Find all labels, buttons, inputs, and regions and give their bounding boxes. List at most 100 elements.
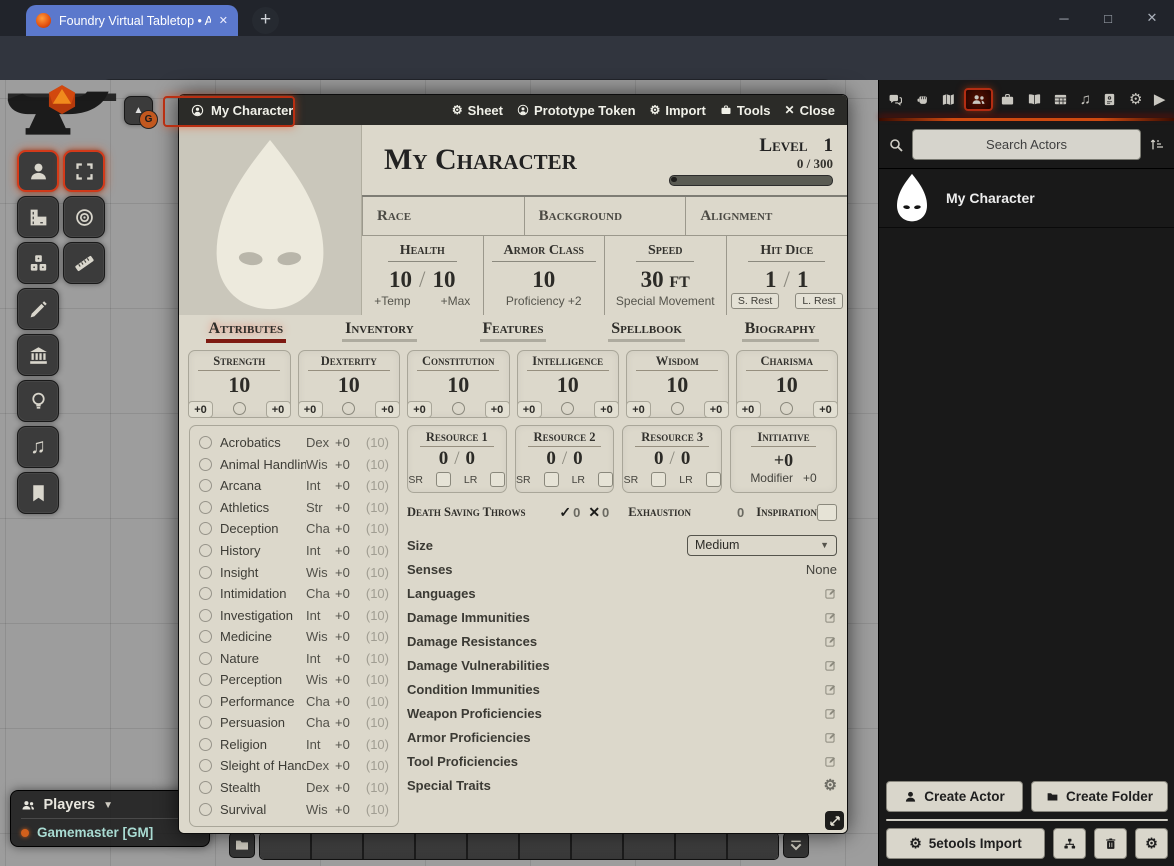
initiative-mod[interactable]: +0 — [803, 471, 817, 485]
sidebar-tab-playlists[interactable]: ♫ — [1076, 88, 1095, 111]
ability-block-Dexterity[interactable]: Dexterity 10 +0 +0 — [298, 350, 401, 418]
ability-save[interactable]: +0 — [813, 401, 838, 418]
edit-icon[interactable] — [824, 731, 837, 744]
sheet-tab[interactable]: Biography — [713, 320, 847, 342]
lr-checkbox[interactable] — [490, 472, 505, 487]
edit-icon[interactable] — [824, 707, 837, 720]
ability-block-Charisma[interactable]: Charisma 10 +0 +0 — [736, 350, 839, 418]
browser-tab[interactable]: Foundry Virtual Tabletop • A Stan ✕ — [26, 5, 238, 36]
new-tab-button[interactable]: + — [252, 7, 279, 34]
proficiency-radio[interactable] — [342, 402, 355, 415]
tool-button-dice[interactable] — [17, 242, 59, 284]
window-header-button[interactable]: ⚙ Sheet — [452, 103, 503, 118]
resource-block[interactable]: Resource 2 0/0 SR LR — [515, 425, 615, 493]
macro-slot[interactable] — [728, 833, 778, 859]
sr-checkbox[interactable] — [436, 472, 451, 487]
g-badge[interactable]: G — [139, 110, 158, 129]
macro-folder-button[interactable] — [229, 832, 255, 858]
ability-mod[interactable]: +0 — [736, 401, 761, 418]
ability-save[interactable]: +0 — [594, 401, 619, 418]
skill-row-Survival[interactable]: Survival Wis +0 (10) — [199, 802, 389, 817]
skill-row-Deception[interactable]: Deception Cha +0 (10) — [199, 521, 389, 536]
edit-icon[interactable] — [824, 659, 837, 672]
tool-button-lighting[interactable] — [17, 380, 59, 422]
skill-proficiency-radio[interactable] — [199, 738, 212, 751]
exhaustion-value[interactable]: 0 — [735, 505, 746, 520]
sidebar-tab-actors[interactable] — [964, 88, 993, 111]
hp-temp-label[interactable]: +Temp — [374, 294, 410, 308]
skill-proficiency-radio[interactable] — [199, 609, 212, 622]
folder-tree-button[interactable] — [1053, 828, 1086, 859]
skill-proficiency-radio[interactable] — [199, 759, 212, 772]
sidebar-tab-combat[interactable] — [911, 89, 934, 110]
skill-proficiency-radio[interactable] — [199, 436, 212, 449]
game-canvas[interactable]: ▲ ♫ Players ▼ Gamemaster [GM] — [0, 80, 1174, 866]
lr-checkbox[interactable] — [598, 472, 613, 487]
ability-block-Intelligence[interactable]: Intelligence 10 +0 +0 — [517, 350, 620, 418]
ability-save[interactable]: +0 — [485, 401, 510, 418]
skill-row-Intimidation[interactable]: Intimidation Cha +0 (10) — [199, 586, 389, 601]
skill-row-Sleight of Hand[interactable]: Sleight of Hand Dex +0 (10) — [199, 758, 389, 773]
ability-block-Strength[interactable]: Strength 10 +0 +0 — [188, 350, 291, 418]
skill-proficiency-radio[interactable] — [199, 803, 212, 816]
tool-button-notes[interactable] — [17, 472, 59, 514]
skill-row-Insight[interactable]: Insight Wis +0 (10) — [199, 565, 389, 580]
skill-row-Medicine[interactable]: Medicine Wis +0 (10) — [199, 629, 389, 644]
ability-save[interactable]: +0 — [375, 401, 400, 418]
death-failure-count[interactable]: 0 — [600, 505, 611, 520]
proficiency-radio[interactable] — [561, 402, 574, 415]
skill-proficiency-radio[interactable] — [199, 501, 212, 514]
skill-row-Persuasion[interactable]: Persuasion Cha +0 (10) — [199, 715, 389, 730]
sidebar-tab-journal[interactable] — [1023, 89, 1046, 110]
macro-slot[interactable] — [468, 833, 520, 859]
ability-mod[interactable]: +0 — [188, 401, 213, 418]
summary-field[interactable]: Background — [524, 197, 686, 235]
sr-checkbox[interactable] — [544, 472, 559, 487]
skill-row-Arcana[interactable]: Arcana Int +0 (10) — [199, 478, 389, 493]
death-failure-icon[interactable]: ✕ — [582, 504, 600, 521]
resource-block[interactable]: Resource 3 0/0 SR LR — [622, 425, 722, 493]
sidebar-tab-items[interactable] — [996, 89, 1019, 110]
death-success-count[interactable]: 0 — [571, 505, 582, 520]
skill-proficiency-radio[interactable] — [199, 716, 212, 729]
macro-slot[interactable] — [364, 833, 416, 859]
window-header-button[interactable]: ⚙ Import — [650, 103, 706, 118]
skill-proficiency-radio[interactable] — [199, 458, 212, 471]
short-rest-button[interactable]: S. Rest — [731, 293, 779, 309]
edit-icon[interactable] — [824, 683, 837, 696]
window-header[interactable]: My Character ⚙ Sheet Prototype Token — [179, 95, 847, 125]
summary-field[interactable]: Race — [362, 197, 524, 235]
skill-proficiency-radio[interactable] — [199, 781, 212, 794]
players-header[interactable]: Players ▼ — [21, 797, 199, 819]
ability-save[interactable]: +0 — [704, 401, 729, 418]
skill-proficiency-radio[interactable] — [199, 479, 212, 492]
proficiency-radio[interactable] — [780, 402, 793, 415]
tool-button-target-select[interactable] — [63, 150, 105, 192]
skill-row-Nature[interactable]: Nature Int +0 (10) — [199, 651, 389, 666]
special-movement-label[interactable]: Special Movement — [616, 294, 715, 308]
tool-button-pillars[interactable] — [17, 334, 59, 376]
5etools-import-button[interactable]: ⚙ 5etools Import — [886, 828, 1045, 859]
macro-slot[interactable] — [416, 833, 468, 859]
skill-row-Athletics[interactable]: Athletics Str +0 (10) — [199, 500, 389, 515]
skill-proficiency-radio[interactable] — [199, 630, 212, 643]
skill-row-Stealth[interactable]: Stealth Dex +0 (10) — [199, 780, 389, 795]
window-header-button[interactable]: Prototype Token — [517, 103, 636, 118]
sr-checkbox[interactable] — [651, 472, 666, 487]
ability-mod[interactable]: +0 — [407, 401, 432, 418]
death-success-icon[interactable]: ✓ — [559, 504, 571, 521]
hp-tempmax-label[interactable]: +Max — [441, 294, 471, 308]
actor-list-item-My Character[interactable]: My Character — [879, 169, 1174, 228]
resource-block[interactable]: Resource 1 0/0 SR LR — [407, 425, 507, 493]
skill-proficiency-radio[interactable] — [199, 522, 212, 535]
edit-icon[interactable] — [824, 755, 837, 768]
trait-select[interactable]: Medium▼ — [687, 535, 837, 556]
macro-slot[interactable] — [572, 833, 624, 859]
proficiency-radio[interactable] — [233, 402, 246, 415]
ability-block-Wisdom[interactable]: Wisdom 10 +0 +0 — [626, 350, 729, 418]
speed-value[interactable]: 30 ft — [641, 267, 690, 293]
tool-button-target[interactable] — [63, 196, 105, 238]
ability-mod[interactable]: +0 — [517, 401, 542, 418]
create-folder-button[interactable]: Create Folder — [1031, 781, 1168, 812]
macro-slot[interactable] — [624, 833, 676, 859]
